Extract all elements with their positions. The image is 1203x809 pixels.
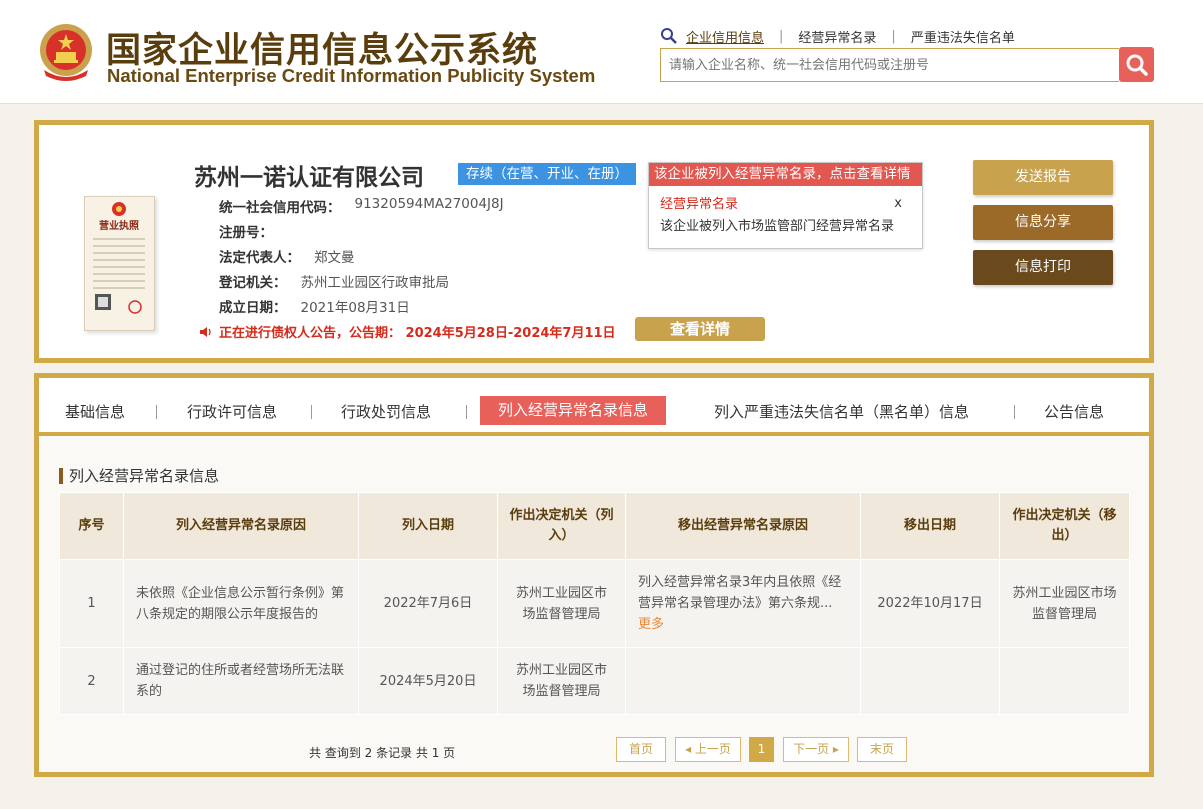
abnormal-popup-header[interactable]: 该企业被列入经营异常名录，点击查看详情 [649, 163, 922, 186]
col-header-date: 列入日期 [358, 492, 498, 560]
chevron-right-icon: ▸ [832, 742, 839, 756]
cell-authority: 苏州工业园区市场监督管理局 [497, 647, 626, 715]
search-icon [661, 28, 677, 44]
cell-remove-authority: 苏州工业园区市场监督管理局 [999, 559, 1130, 648]
cell-remove-date [860, 647, 1000, 715]
tab-basic-info[interactable]: 基础信息 [65, 401, 125, 422]
business-license-graphic: 营业执照 [93, 202, 145, 314]
section-title-bar [59, 467, 63, 484]
pager-last-button[interactable]: 末页 [857, 737, 907, 762]
nav-link-abnormal-list[interactable]: 经营异常名录 [798, 27, 876, 46]
pager-prev-button[interactable]: ◂ 上一页 [675, 737, 741, 762]
table-header-row: 序号 列入经营异常名录原因 列入日期 作出决定机关（列入） 移出经营异常名录原因… [59, 492, 1130, 560]
reg-number-label: 注册号： [219, 225, 273, 241]
col-header-authority: 作出决定机关（列入） [497, 492, 626, 560]
col-header-no: 序号 [59, 492, 124, 560]
search-icon [1126, 54, 1148, 76]
tab-admin-penalty[interactable]: 行政处罚信息 [341, 401, 431, 422]
tab-announcements[interactable]: 公告信息 [1044, 401, 1104, 422]
credit-code-label: 统一社会信用代码： [219, 200, 341, 216]
view-details-button[interactable]: 查看详情 [635, 317, 765, 341]
cell-reason: 通过登记的住所或者经营场所无法联系的 [123, 647, 359, 715]
tab-bar: 基础信息 行政许可信息 行政处罚信息 列入经营异常名录信息 列入严重违法失信名单… [39, 378, 1149, 436]
pager-prev-label: 上一页 [694, 742, 731, 756]
nav-link-blacklist[interactable]: 严重违法失信名单 [911, 27, 1015, 46]
creditor-notice: 正在进行债权人公告，公告期： 2024年5月28日-2024年7月11日 [199, 322, 616, 341]
nav-separator: | [891, 28, 896, 44]
print-info-button[interactable]: 信息打印 [973, 250, 1113, 285]
remove-reason-text: 列入经营异常名录3年内且依照《经营异常名录管理办法》第六条规... [638, 575, 842, 611]
more-link[interactable]: 更多 [638, 617, 664, 632]
cell-remove-authority [999, 647, 1130, 715]
tab-separator [1014, 405, 1015, 419]
founded-date-row: 成立日期： 2021年08月31日 [219, 296, 410, 316]
legal-rep-row: 法定代表人： 郑文曼 [219, 246, 355, 266]
close-icon[interactable]: x [894, 196, 902, 211]
section-title-text: 列入经营异常名录信息 [69, 467, 220, 485]
business-license-image[interactable]: 营业执照 [84, 196, 155, 331]
cell-remove-reason: 列入经营异常名录3年内且依照《经营异常名录管理办法》第六条规... 更多 [625, 559, 861, 648]
tab-separator [466, 405, 467, 419]
tab-admin-license[interactable]: 行政许可信息 [187, 401, 277, 422]
tab-abnormal-list[interactable]: 列入经营异常名录信息 [480, 396, 667, 425]
cell-remove-date: 2022年10月17日 [860, 559, 1000, 648]
cell-no: 1 [59, 559, 124, 648]
col-header-remove-authority: 作出决定机关（移出） [999, 492, 1130, 560]
cell-remove-reason [625, 647, 861, 715]
pager-first-button[interactable]: 首页 [616, 737, 666, 762]
site-header: 国家企业信用信息公示系统 National Enterprise Credit … [0, 0, 1203, 104]
tab-separator [311, 405, 312, 419]
cell-authority: 苏州工业园区市场监督管理局 [497, 559, 626, 648]
pager-current-page[interactable]: 1 [749, 737, 774, 762]
info-panel: 基础信息 行政许可信息 行政处罚信息 列入经营异常名录信息 列入严重违法失信名单… [34, 373, 1154, 777]
top-nav: 企业信用信息 | 经营异常名录 | 严重违法失信名单 [660, 26, 1015, 46]
col-header-remove-reason: 移出经营异常名录原因 [625, 492, 861, 560]
nav-separator: | [779, 28, 784, 44]
col-header-reason: 列入经营异常名录原因 [123, 492, 359, 560]
cell-date: 2022年7月6日 [358, 559, 498, 648]
search-input[interactable] [660, 48, 1119, 82]
status-badge: 存续（在营、开业、在册） [458, 163, 636, 185]
legal-rep-value: 郑文曼 [314, 250, 355, 266]
chevron-left-icon: ◂ [685, 742, 692, 756]
abnormal-list-table: 序号 列入经营异常名录原因 列入日期 作出决定机关（列入） 移出经营异常名录原因… [59, 492, 1130, 715]
abnormal-popup-title: 经营异常名录 [660, 197, 739, 212]
founded-date-label: 成立日期： [219, 300, 287, 316]
credit-code-row: 统一社会信用代码： 91320594MA27004J8J [219, 196, 504, 216]
legal-rep-label: 法定代表人： [219, 250, 300, 266]
cell-reason: 未依照《企业信息公示暂行条例》第八条规定的期限公示年度报告的 [123, 559, 359, 648]
reg-authority-row: 登记机关： 苏州工业园区行政审批局 [219, 271, 449, 291]
abnormal-list-popup[interactable]: 该企业被列入经营异常名录，点击查看详情 经营异常名录 x 该企业被列入市场监管部… [648, 162, 923, 249]
table-row: 1 未依照《企业信息公示暂行条例》第八条规定的期限公示年度报告的 2022年7月… [59, 559, 1130, 648]
section-title: 列入经营异常名录信息 [59, 465, 219, 486]
pager-next-button[interactable]: 下一页 ▸ [783, 737, 849, 762]
table-row: 2 通过登记的住所或者经营场所无法联系的 2024年5月20日 苏州工业园区市场… [59, 647, 1130, 715]
cell-no: 2 [59, 647, 124, 715]
credit-code-value: 91320594MA27004J8J [354, 196, 504, 212]
pager-next-label: 下一页 [793, 742, 830, 756]
send-report-button[interactable]: 发送报告 [973, 160, 1113, 195]
search-button[interactable] [1119, 47, 1154, 82]
reg-authority-label: 登记机关： [219, 275, 287, 291]
nav-link-credit-info[interactable]: 企业信用信息 [686, 27, 764, 46]
reg-authority-value: 苏州工业园区行政审批局 [300, 275, 450, 291]
national-emblem-icon [40, 24, 92, 81]
abnormal-popup-desc: 该企业被列入市场监管部门经营异常名录 [660, 219, 895, 234]
cell-date: 2024年5月20日 [358, 647, 498, 715]
creditor-notice-text: 正在进行债权人公告，公告期： 2024年5月28日-2024年7月11日 [219, 326, 616, 341]
founded-date-value: 2021年08月31日 [300, 300, 410, 316]
col-header-remove-date: 移出日期 [860, 492, 1000, 560]
share-info-button[interactable]: 信息分享 [973, 205, 1113, 240]
reg-number-row: 注册号： [219, 221, 287, 241]
license-heading: 营业执照 [99, 219, 139, 232]
tab-separator [156, 405, 157, 419]
company-name: 苏州一诺认证有限公司 [194, 165, 424, 191]
tab-blacklist[interactable]: 列入严重违法失信名单（黑名单）信息 [714, 401, 969, 422]
site-title-en: National Enterprise Credit Information P… [107, 65, 596, 86]
speaker-icon [200, 326, 211, 337]
pager-summary: 共 查询到 2 条记录 共 1 页 [309, 746, 456, 760]
company-card: 营业执照 苏州一诺认证有限公司 存续（在营、开业、在册） 统一社会信用代码： 9… [34, 120, 1154, 363]
